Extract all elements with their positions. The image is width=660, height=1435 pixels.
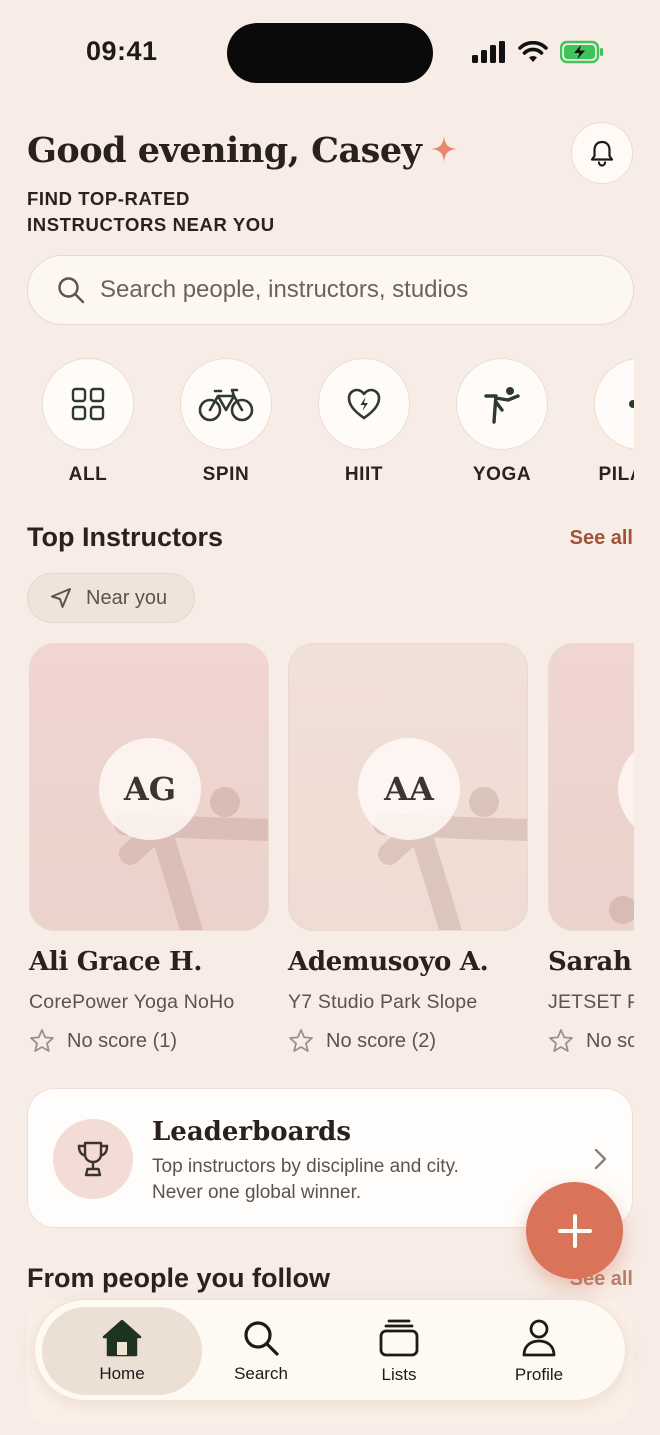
instructor-studio: CorePower Yoga NoHo	[29, 991, 235, 1013]
category-spin[interactable]: SPIN	[180, 358, 272, 486]
instructor-score-text: No score	[586, 1029, 634, 1052]
plus-icon	[557, 1213, 592, 1248]
pilates-icon	[629, 400, 634, 408]
location-arrow-icon	[51, 588, 71, 608]
sparkle-icon	[430, 135, 458, 171]
near-you-label: Near you	[86, 586, 168, 609]
leaderboards-icon-badge	[53, 1119, 133, 1199]
instructor-score: No score	[548, 1028, 634, 1054]
category-hiit-circle[interactable]	[318, 358, 410, 450]
greeting-text: Good evening, Casey	[27, 130, 422, 171]
search-bar[interactable]	[27, 255, 634, 325]
instructor-score-text: No score (2)	[326, 1029, 437, 1052]
category-yoga-circle[interactable]	[456, 358, 548, 450]
search-input[interactable]	[100, 276, 620, 304]
profile-icon	[522, 1319, 556, 1357]
home-icon	[102, 1319, 142, 1357]
heart-bolt-icon	[347, 388, 381, 420]
chevron-right-icon	[594, 1148, 607, 1170]
star-outline-icon	[30, 1029, 54, 1052]
near-you-filter-chip[interactable]: Near you	[27, 573, 195, 623]
tab-home[interactable]: Home	[42, 1307, 202, 1395]
instructor-name[interactable]: Ali Grace H.	[29, 947, 269, 977]
wifi-icon	[518, 41, 548, 62]
following-section-title: From people you follow	[27, 1263, 330, 1293]
dynamic-island	[227, 23, 433, 83]
bottom-tab-bar: Home Search Lists Profile	[34, 1299, 626, 1401]
search-icon	[244, 1321, 279, 1356]
status-icons	[472, 40, 604, 64]
category-label: HIIT	[344, 464, 384, 485]
subtitle-line-1: FIND TOP-RATED	[27, 188, 190, 209]
status-bar: 09:41	[0, 0, 660, 100]
instructor-name[interactable]: Ademusoyo A.	[288, 947, 528, 977]
instructor-card[interactable]: SJ Sarah J. JETSET Pilates No score	[548, 643, 634, 1054]
category-all[interactable]: ALL	[42, 358, 134, 486]
category-all-circle[interactable]	[42, 358, 134, 450]
category-label: SPIN	[202, 464, 250, 485]
instructor-studio: Y7 Studio Park Slope	[288, 991, 478, 1013]
tab-label: Home	[99, 1364, 145, 1383]
leaderboards-description: Top instructors by discipline and city. …	[152, 1154, 532, 1206]
subtitle-line-2: INSTRUCTORS NEAR YOU	[27, 214, 275, 235]
instructor-photo[interactable]: SJ	[548, 643, 634, 931]
cellular-signal-icon	[472, 41, 505, 63]
tab-profile[interactable]: Profile	[464, 1300, 614, 1402]
top-instructors-title: Top Instructors	[27, 522, 224, 552]
notifications-button[interactable]	[571, 122, 633, 184]
trophy-icon	[77, 1141, 109, 1177]
instructor-name[interactable]: Sarah J.	[548, 947, 634, 977]
category-pilates-circle[interactable]	[594, 358, 634, 450]
leaderboards-title: Leaderboards	[152, 1117, 351, 1147]
instructor-score-text: No score (1)	[67, 1029, 178, 1052]
lists-icon	[379, 1319, 419, 1357]
top-instructors-see-all-link[interactable]: See all	[570, 527, 633, 550]
star-outline-icon	[549, 1029, 573, 1052]
category-hiit[interactable]: HIIT	[318, 358, 410, 486]
instructor-card[interactable]: AA Ademusoyo A. Y7 Studio Park Slope No …	[288, 643, 528, 1054]
tab-lists[interactable]: Lists	[324, 1300, 474, 1402]
instructor-photo[interactable]: AA	[288, 643, 528, 931]
tab-label: Search	[234, 1364, 288, 1383]
category-label: YOGA	[472, 464, 532, 485]
bell-icon	[590, 140, 614, 167]
status-time: 09:41	[86, 36, 158, 66]
instructor-studio: JETSET Pilates	[548, 991, 634, 1013]
greeting-heading: Good evening, Casey	[27, 130, 458, 171]
instructor-card-scroller[interactable]: AG Ali Grace H. CorePower Yoga NoHo No s…	[0, 643, 634, 1063]
tab-label: Profile	[514, 1365, 564, 1384]
instructor-photo[interactable]: AG	[29, 643, 269, 931]
instructor-initials-avatar: AA	[358, 738, 460, 840]
bicycle-icon	[198, 388, 254, 422]
add-button[interactable]	[526, 1182, 623, 1279]
category-scroller[interactable]: ALL SPIN HIIT YOGA PIL	[0, 358, 634, 488]
header-subtitle: FIND TOP-RATED INSTRUCTORS NEAR YOU	[27, 186, 347, 238]
battery-charging-icon	[560, 40, 603, 64]
tab-label: Lists	[381, 1365, 417, 1384]
grid-icon	[71, 387, 105, 421]
tab-search[interactable]: Search	[186, 1300, 336, 1402]
instructor-score: No score (1)	[29, 1028, 269, 1054]
instructor-score: No score (2)	[288, 1028, 528, 1054]
instructor-card[interactable]: AG Ali Grace H. CorePower Yoga NoHo No s…	[29, 643, 269, 1054]
leaderboards-description-line-2: Never one global winner.	[152, 1182, 362, 1203]
category-label: ALL	[68, 464, 108, 485]
leaderboards-description-line-1: Top instructors by discipline and city.	[152, 1156, 459, 1177]
category-pilates[interactable]: PILATES	[594, 358, 634, 486]
star-outline-icon	[289, 1029, 313, 1052]
instructor-initials-avatar: AG	[99, 738, 201, 840]
category-label: PILATES	[598, 464, 634, 485]
search-icon	[58, 277, 85, 304]
category-yoga[interactable]: YOGA	[456, 358, 548, 486]
yoga-pose-icon	[484, 387, 520, 424]
category-spin-circle[interactable]	[180, 358, 272, 450]
